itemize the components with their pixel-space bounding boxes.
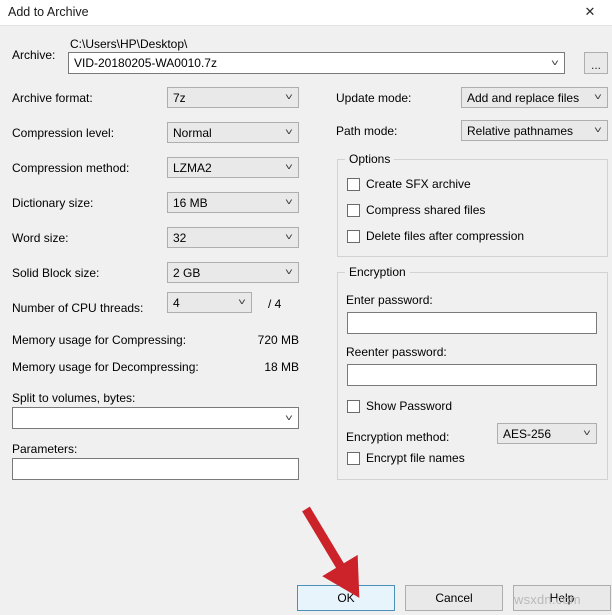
memory-decompress-label: Memory usage for Decompressing:	[12, 360, 199, 374]
solid-block-size-label: Solid Block size:	[12, 266, 100, 280]
compression-method-value: LZMA2	[173, 160, 212, 175]
archive-name-input[interactable]: VID-20180205-WA0010.7z ˅	[68, 52, 565, 74]
path-mode-value: Relative pathnames	[467, 123, 574, 138]
compress-shared-files-label: Compress shared files	[366, 203, 486, 217]
memory-decompress-value: 18 MB	[264, 360, 299, 374]
ok-button[interactable]: OK	[297, 585, 395, 611]
archive-label: Archive:	[12, 48, 56, 62]
reenter-password-input[interactable]	[347, 364, 597, 386]
split-volumes-label: Split to volumes, bytes:	[12, 391, 136, 405]
reenter-password-label: Reenter password:	[346, 345, 447, 359]
chevron-down-icon: ˅	[285, 232, 293, 242]
archive-name-value: VID-20180205-WA0010.7z	[74, 56, 217, 70]
chevron-down-icon: ˅	[238, 297, 246, 307]
checkbox-icon	[347, 177, 360, 191]
archive-format-label: Archive format:	[12, 91, 93, 105]
chevron-down-icon: ˅	[285, 197, 293, 207]
solid-block-size-select[interactable]: 2 GB ˅	[167, 262, 299, 283]
show-password-checkbox[interactable]: Show Password	[347, 399, 452, 413]
encryption-legend: Encryption	[345, 265, 410, 279]
dictionary-size-select[interactable]: 16 MB ˅	[167, 192, 299, 213]
path-mode-label: Path mode:	[336, 124, 398, 138]
compression-level-label: Compression level:	[12, 126, 115, 140]
update-mode-value: Add and replace files	[467, 90, 580, 105]
options-legend: Options	[345, 152, 395, 166]
path-mode-select[interactable]: Relative pathnames ˅	[461, 120, 608, 141]
checkbox-icon	[347, 203, 360, 217]
chevron-down-icon: ˅	[583, 428, 591, 438]
delete-files-after-compression-label: Delete files after compression	[366, 229, 525, 243]
close-icon[interactable]: ✕	[568, 0, 612, 24]
compression-method-label: Compression method:	[12, 161, 130, 175]
update-mode-select[interactable]: Add and replace files ˅	[461, 87, 608, 108]
dictionary-size-label: Dictionary size:	[12, 196, 94, 210]
chevron-down-icon: ˅	[285, 412, 293, 423]
memory-compress-value: 720 MB	[257, 333, 299, 347]
chevron-down-icon: ˅	[285, 92, 293, 102]
watermark-text: wsxdn.com	[514, 592, 581, 607]
show-password-label: Show Password	[366, 399, 453, 413]
cpu-threads-value: 4	[173, 295, 180, 310]
delete-files-after-compression-checkbox[interactable]: Delete files after compression	[347, 229, 524, 243]
archive-format-value: 7z	[173, 90, 186, 105]
cpu-threads-label: Number of CPU threads:	[12, 301, 144, 315]
chevron-down-icon: ˅	[285, 127, 293, 137]
encrypt-file-names-label: Encrypt file names	[366, 451, 465, 465]
checkbox-icon	[347, 451, 360, 465]
window-title: Add to Archive	[8, 5, 89, 19]
enter-password-input[interactable]	[347, 312, 597, 334]
cancel-button[interactable]: Cancel	[405, 585, 503, 611]
encryption-method-select[interactable]: AES-256 ˅	[497, 423, 597, 444]
word-size-label: Word size:	[12, 231, 69, 245]
solid-block-size-value: 2 GB	[173, 265, 201, 280]
archive-format-select[interactable]: 7z ˅	[167, 87, 299, 108]
chevron-down-icon: ˅	[285, 162, 293, 172]
compress-shared-files-checkbox[interactable]: Compress shared files	[347, 203, 485, 217]
add-to-archive-dialog: Add to Archive ✕ Archive: C:\Users\HP\De…	[0, 0, 612, 615]
checkbox-icon	[347, 229, 360, 243]
dictionary-size-value: 16 MB	[173, 195, 208, 210]
encryption-method-label: Encryption method:	[346, 430, 450, 444]
browse-button[interactable]: ...	[584, 52, 608, 74]
archive-path-text: C:\Users\HP\Desktop\	[70, 37, 188, 51]
compression-level-value: Normal	[173, 125, 212, 140]
chevron-down-icon: ˅	[594, 125, 602, 135]
update-mode-label: Update mode:	[336, 91, 412, 105]
create-sfx-archive-label: Create SFX archive	[366, 177, 471, 191]
chevron-down-icon: ˅	[594, 92, 602, 102]
word-size-select[interactable]: 32 ˅	[167, 227, 299, 248]
split-volumes-input[interactable]: ˅	[12, 407, 299, 429]
memory-compress-label: Memory usage for Compressing:	[12, 333, 187, 347]
checkbox-icon	[347, 399, 360, 413]
create-sfx-archive-checkbox[interactable]: Create SFX archive	[347, 177, 471, 191]
cpu-threads-total: / 4	[268, 297, 282, 311]
chevron-down-icon: ˅	[285, 267, 293, 277]
chevron-down-icon: ˅	[551, 57, 559, 68]
enter-password-label: Enter password:	[346, 293, 433, 307]
compression-level-select[interactable]: Normal ˅	[167, 122, 299, 143]
word-size-value: 32	[173, 230, 187, 245]
compression-method-select[interactable]: LZMA2 ˅	[167, 157, 299, 178]
parameters-input[interactable]	[12, 458, 299, 480]
encrypt-file-names-checkbox[interactable]: Encrypt file names	[347, 451, 465, 465]
parameters-label: Parameters:	[12, 442, 78, 456]
encryption-method-value: AES-256	[503, 426, 552, 441]
title-bar: Add to Archive ✕	[0, 0, 612, 26]
cpu-threads-select[interactable]: 4 ˅	[167, 292, 252, 313]
